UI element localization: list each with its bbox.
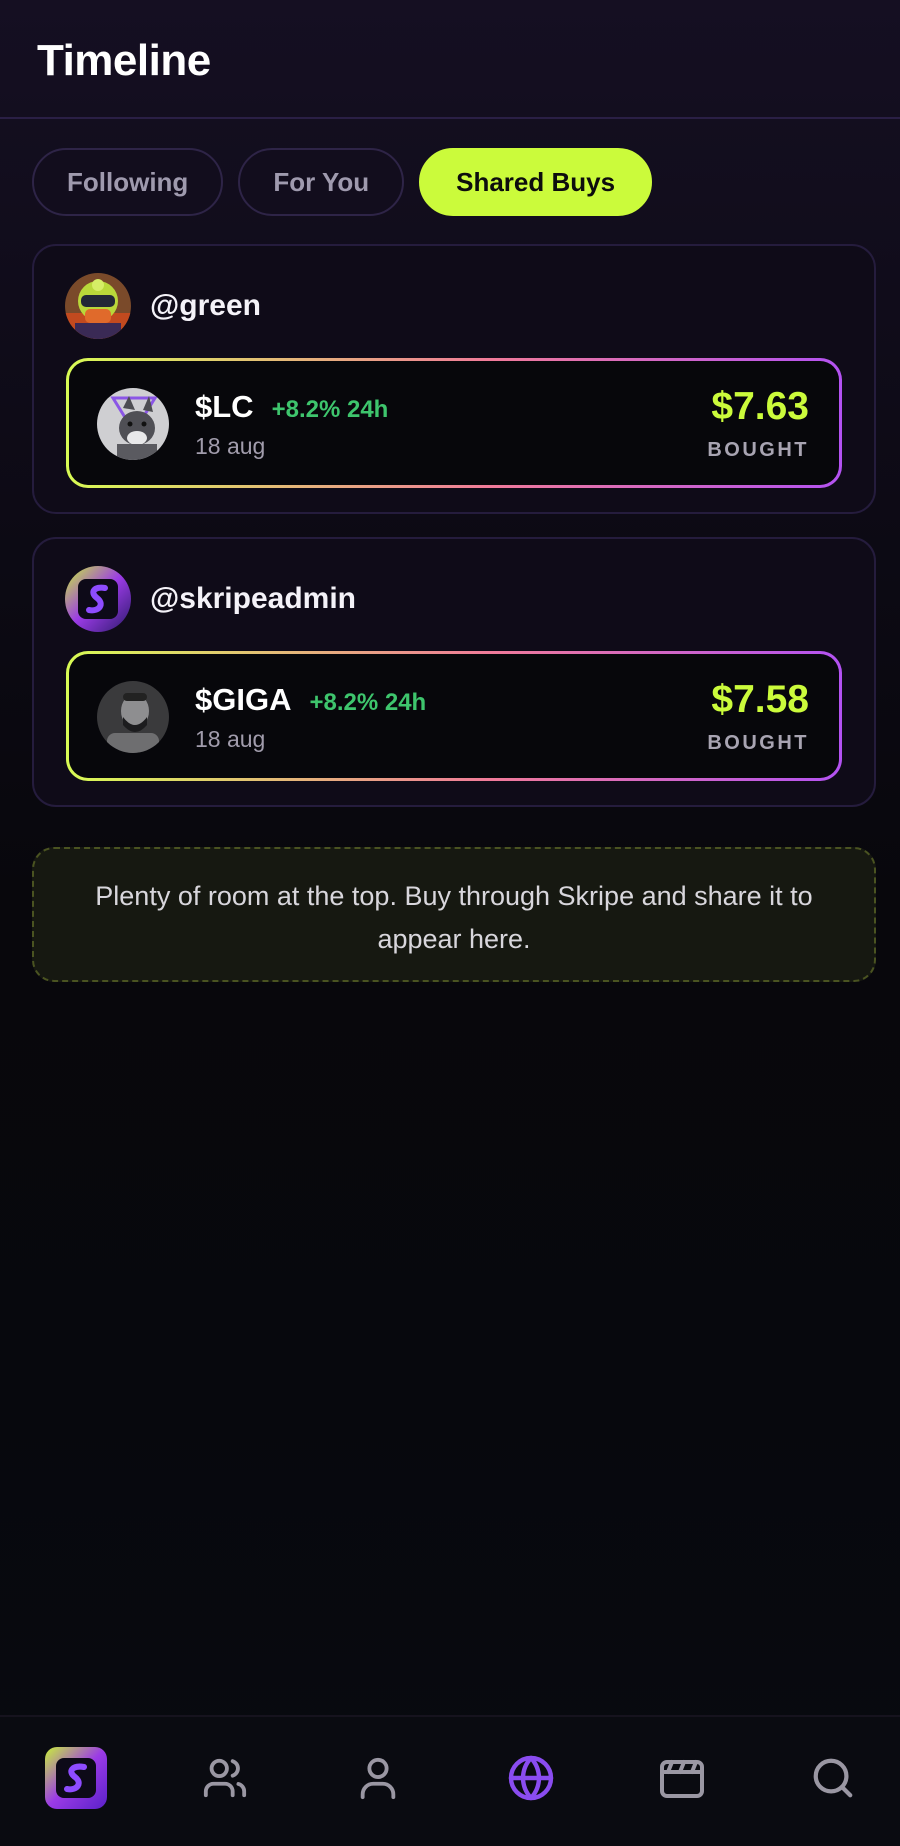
token-symbol: $GIGA (195, 682, 292, 717)
shared-buy-post: @skripeadmin $GIGA +8.2% 24h 18 aug $7.5… (32, 537, 876, 807)
token-change: +8.2% 24h (309, 689, 427, 716)
nav-home[interactable] (43, 1745, 109, 1811)
trade-card-body: $GIGA +8.2% 24h 18 aug $7.58 BOUGHT (69, 654, 839, 778)
bottom-nav (0, 1715, 900, 1846)
nav-friends[interactable] (192, 1745, 258, 1811)
globe-icon (507, 1754, 555, 1802)
nav-timeline[interactable] (498, 1745, 564, 1811)
clapperboard-icon (658, 1754, 706, 1802)
token-change: +8.2% 24h (271, 396, 389, 423)
timeline-screen: Timeline Following For You Shared Buys @… (0, 0, 900, 1846)
post-username[interactable]: @green (150, 289, 261, 323)
post-author[interactable]: @green (65, 273, 261, 339)
timeline-tabs: Following For You Shared Buys (32, 148, 653, 216)
users-icon (202, 1755, 248, 1801)
token-row: $LC +8.2% 24h (195, 389, 388, 425)
post-author[interactable]: @skripeadmin (65, 566, 356, 632)
post-username[interactable]: @skripeadmin (150, 582, 356, 616)
trade-date: 18 aug (195, 433, 266, 459)
header: Timeline (0, 0, 900, 119)
trade-amount: $7.58 (711, 678, 809, 721)
trade-date: 18 aug (195, 726, 266, 752)
skripe-logo-icon (44, 1746, 108, 1810)
trade-card-body: $LC +8.2% 24h 18 aug $7.63 BOUGHT (69, 361, 839, 485)
tab-for-you[interactable]: For You (238, 148, 405, 216)
tab-shared-buys[interactable]: Shared Buys (419, 148, 653, 216)
nav-feed[interactable] (649, 1745, 715, 1811)
user-icon (355, 1755, 401, 1801)
token-symbol: $LC (195, 389, 254, 424)
giga-chad-token-icon (97, 681, 169, 753)
search-icon (810, 1755, 856, 1801)
trade-action-label: BOUGHT (707, 439, 809, 461)
empty-state-note: Plenty of room at the top. Buy through S… (32, 847, 876, 982)
nav-search[interactable] (800, 1745, 866, 1811)
helmet-avatar[interactable] (65, 273, 131, 339)
trade-card[interactable]: $LC +8.2% 24h 18 aug $7.63 BOUGHT (66, 358, 842, 488)
nav-profile[interactable] (345, 1745, 411, 1811)
wolf-token-icon (97, 388, 169, 460)
token-row: $GIGA +8.2% 24h (195, 682, 426, 718)
trade-amount: $7.63 (711, 385, 809, 428)
skripe-logo-avatar[interactable] (65, 566, 131, 632)
tab-following[interactable]: Following (32, 148, 224, 216)
trade-action-label: BOUGHT (707, 732, 809, 754)
trade-card[interactable]: $GIGA +8.2% 24h 18 aug $7.58 BOUGHT (66, 651, 842, 781)
shared-buy-post: @green $LC +8.2% 24h 18 aug $7.63 BOUGHT (32, 244, 876, 514)
page-title: Timeline (37, 36, 211, 85)
